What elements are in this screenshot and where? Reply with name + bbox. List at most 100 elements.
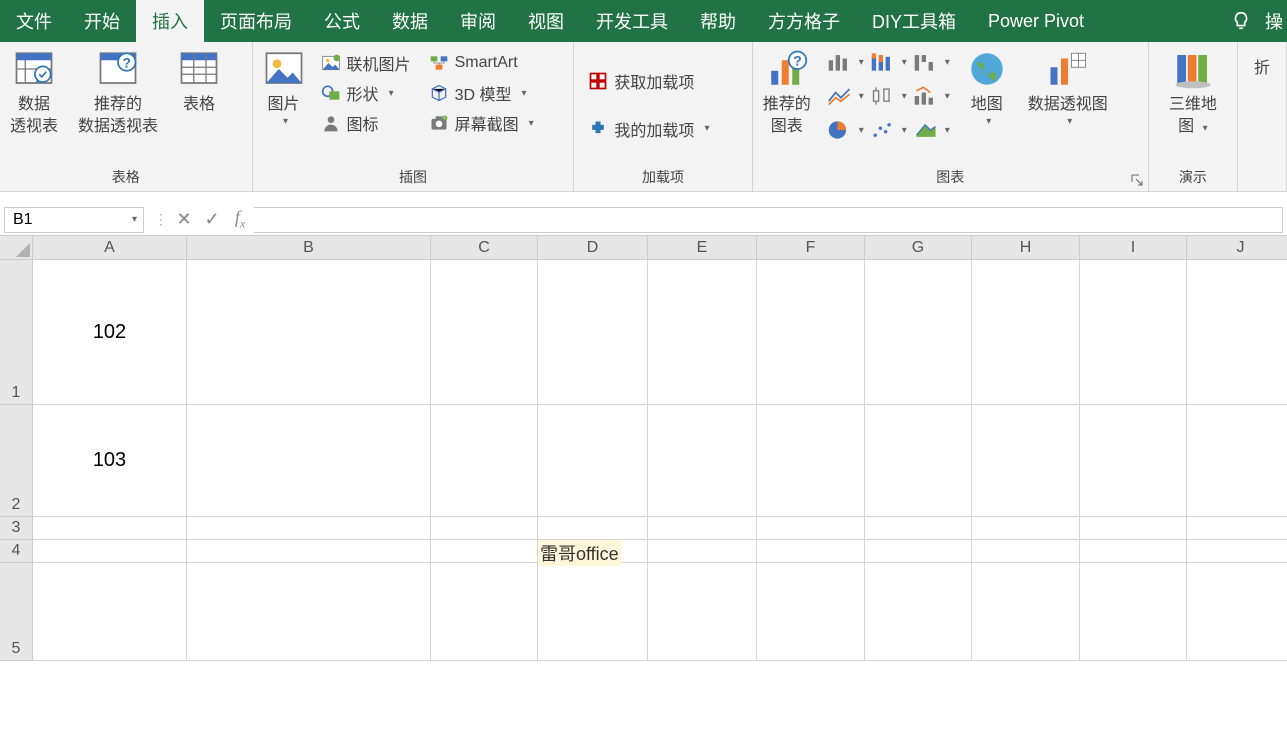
get-addins-button[interactable]: 获取加载项 (582, 66, 700, 96)
cell[interactable] (431, 517, 538, 540)
cell[interactable] (648, 260, 757, 405)
cell[interactable] (757, 517, 865, 540)
cell[interactable] (33, 563, 187, 661)
tab-insert[interactable]: 插入 (136, 0, 204, 42)
online-pictures-button[interactable]: 联机图片 (315, 48, 417, 78)
surface-chart-button[interactable]: ▾ (913, 114, 950, 146)
cell[interactable]: 102 (33, 260, 187, 405)
waterfall-chart-button[interactable]: ▾ (913, 46, 950, 78)
tab-data[interactable]: 数据 (376, 0, 444, 42)
cell[interactable] (972, 260, 1080, 405)
cell[interactable] (1080, 517, 1187, 540)
tab-view[interactable]: 视图 (512, 0, 580, 42)
cell[interactable] (431, 260, 538, 405)
column-header[interactable]: F (757, 236, 865, 260)
icons-button[interactable]: 图标 (315, 108, 417, 138)
cell[interactable] (538, 563, 648, 661)
cell[interactable] (431, 405, 538, 517)
row-header[interactable]: 3 (0, 517, 33, 540)
tab-developer[interactable]: 开发工具 (580, 0, 684, 42)
cell[interactable] (187, 540, 431, 563)
cell[interactable] (538, 260, 648, 405)
cell[interactable] (538, 517, 648, 540)
cell[interactable] (431, 540, 538, 563)
cell[interactable] (972, 563, 1080, 661)
cell[interactable] (538, 405, 648, 517)
column-header[interactable]: B (187, 236, 431, 260)
cell[interactable] (972, 540, 1080, 563)
shapes-button[interactable]: 形状 ▾ (315, 78, 417, 108)
chevron-down-icon[interactable]: ▾ (132, 214, 137, 225)
enter-formula-icon[interactable]: ✓ (198, 209, 226, 230)
tab-file[interactable]: 文件 (0, 0, 68, 42)
cell[interactable] (865, 260, 972, 405)
cell[interactable] (865, 540, 972, 563)
table-button[interactable]: 表格 (168, 42, 230, 116)
select-all-corner[interactable] (0, 236, 33, 260)
cell[interactable] (1080, 260, 1187, 405)
tab-formulas[interactable]: 公式 (308, 0, 376, 42)
3d-map-button[interactable]: 三维地 图 ▾ (1159, 42, 1227, 140)
scatter-chart-button[interactable]: ▾ (870, 114, 907, 146)
column-header[interactable]: G (865, 236, 972, 260)
cell[interactable] (648, 563, 757, 661)
cell[interactable] (757, 563, 865, 661)
3d-model-button[interactable]: 3D 模型 ▾ (423, 78, 540, 108)
charts-dialog-launcher-icon[interactable] (1130, 173, 1144, 187)
row-header[interactable]: 1 (0, 260, 33, 405)
row-header[interactable]: 2 (0, 405, 33, 517)
cell[interactable] (1080, 405, 1187, 517)
cell[interactable] (865, 405, 972, 517)
column-header[interactable]: A (33, 236, 187, 260)
cell[interactable] (865, 517, 972, 540)
cell[interactable] (648, 540, 757, 563)
my-addins-button[interactable]: 我的加载项 ▾ (582, 114, 715, 144)
cell[interactable] (1080, 563, 1187, 661)
cell[interactable] (33, 540, 187, 563)
cancel-formula-icon[interactable]: ✕ (170, 209, 198, 230)
cell[interactable] (1187, 260, 1287, 405)
tab-ffgz[interactable]: 方方格子 (752, 0, 856, 42)
tab-extra[interactable]: 操 (1261, 0, 1287, 42)
cell[interactable] (972, 405, 1080, 517)
line-chart-button[interactable]: ▾ (827, 80, 864, 112)
recommended-charts-button[interactable]: ? 推荐的 图表 (753, 42, 821, 138)
cell[interactable] (757, 540, 865, 563)
tab-diytools[interactable]: DIY工具箱 (856, 0, 972, 42)
pivot-chart-button[interactable]: 数据透视图 ▾ (1018, 42, 1118, 127)
cell[interactable] (648, 405, 757, 517)
combo-chart-button[interactable]: ▾ (913, 80, 950, 112)
map-chart-button[interactable]: 地图 ▾ (956, 42, 1018, 127)
cell[interactable] (187, 517, 431, 540)
formula-input[interactable] (254, 207, 1283, 233)
picture-button[interactable]: 图片 ▾ (253, 42, 315, 127)
column-chart-button[interactable]: ▾ (827, 46, 864, 78)
pie-chart-button[interactable]: ▾ (827, 114, 864, 146)
cell[interactable] (1080, 540, 1187, 563)
cell[interactable] (1187, 540, 1287, 563)
column-header[interactable]: D (538, 236, 648, 260)
name-box[interactable]: B1 ▾ (4, 207, 144, 233)
cell[interactable] (757, 260, 865, 405)
cell[interactable]: 103 (33, 405, 187, 517)
screenshot-button[interactable]: + 屏幕截图 ▾ (423, 108, 540, 138)
column-header[interactable]: J (1187, 236, 1287, 260)
cell[interactable] (865, 563, 972, 661)
cell[interactable] (1187, 517, 1287, 540)
tab-review[interactable]: 审阅 (444, 0, 512, 42)
column-header[interactable]: I (1080, 236, 1187, 260)
tab-home[interactable]: 开始 (68, 0, 136, 42)
column-header[interactable]: E (648, 236, 757, 260)
column-header[interactable]: H (972, 236, 1080, 260)
cell[interactable] (757, 405, 865, 517)
cell[interactable] (1187, 563, 1287, 661)
statistic-chart-button[interactable]: ▾ (870, 80, 907, 112)
hierarchy-chart-button[interactable]: ▾ (870, 46, 907, 78)
tab-help[interactable]: 帮助 (684, 0, 752, 42)
row-header[interactable]: 4 (0, 540, 33, 563)
sparklines-button[interactable]: 折 (1244, 48, 1280, 78)
cell[interactable] (187, 260, 431, 405)
tab-powerpivot[interactable]: Power Pivot (972, 0, 1100, 42)
tab-pagelayout[interactable]: 页面布局 (204, 0, 308, 42)
drag-handle-icon[interactable]: ⋮ (152, 211, 170, 228)
